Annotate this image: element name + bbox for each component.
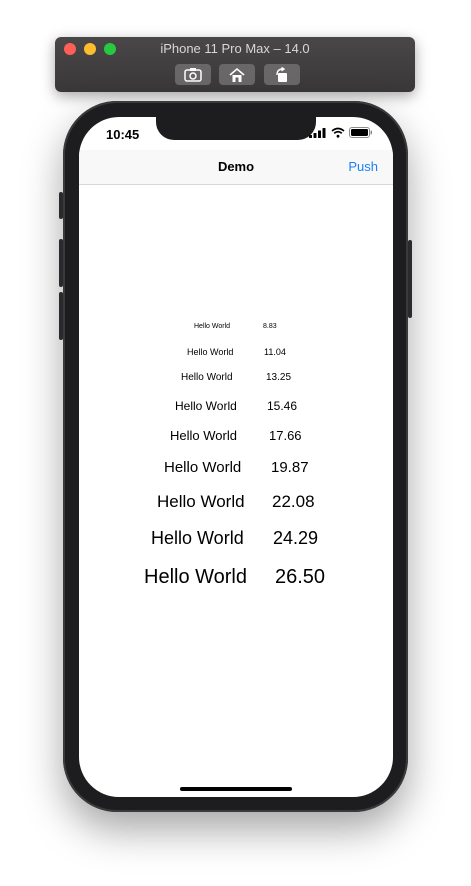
- size-value: 19.87: [271, 459, 309, 476]
- wifi-icon: [331, 127, 345, 138]
- volume-up-button: [59, 239, 63, 287]
- screenshot-icon: [184, 67, 202, 82]
- size-value: 13.25: [266, 372, 292, 383]
- simulator-title: iPhone 11 Pro Max – 14.0: [160, 41, 310, 56]
- hello-label: Hello World: [144, 566, 247, 588]
- size-value: 22.08: [272, 492, 315, 511]
- rotate-button[interactable]: [264, 64, 300, 85]
- size-value: 15.46: [267, 399, 298, 413]
- push-button[interactable]: Push: [348, 159, 378, 174]
- size-value: 8.83: [263, 323, 277, 330]
- hello-label: Hello World: [164, 459, 242, 476]
- size-value: 26.50: [275, 566, 326, 588]
- size-value: 11.04: [264, 347, 286, 357]
- rotate-icon: [276, 66, 287, 82]
- hello-label: Hello World: [170, 428, 237, 443]
- hello-label: Hello World: [157, 492, 245, 511]
- notch: [156, 117, 316, 140]
- hello-label: Hello World: [181, 372, 233, 383]
- status-icons: [309, 127, 373, 138]
- home-icon: [229, 67, 245, 82]
- screenshot-button[interactable]: [175, 64, 211, 85]
- device-screen: 10:45 Demo Push Hello World 8.83 Hello W…: [79, 117, 393, 797]
- status-time: 10:45: [106, 127, 140, 142]
- size-value: 17.66: [269, 428, 302, 443]
- hello-label: Hello World: [175, 399, 237, 413]
- battery-icon: [349, 127, 372, 138]
- power-button: [408, 240, 412, 318]
- hello-label: Hello World: [194, 323, 231, 330]
- home-button[interactable]: [219, 64, 255, 85]
- simulator-toolbar: iPhone 11 Pro Max – 14.0: [55, 37, 415, 92]
- hello-label: Hello World: [187, 347, 234, 357]
- home-indicator[interactable]: [180, 787, 292, 791]
- size-value: 24.29: [273, 528, 319, 548]
- volume-down-button: [59, 292, 63, 340]
- mute-switch: [59, 192, 63, 219]
- signal-icon: [309, 128, 326, 138]
- navigation-bar: Demo Push: [79, 150, 393, 185]
- nav-title: Demo: [217, 159, 255, 174]
- hello-label: Hello World: [151, 528, 244, 548]
